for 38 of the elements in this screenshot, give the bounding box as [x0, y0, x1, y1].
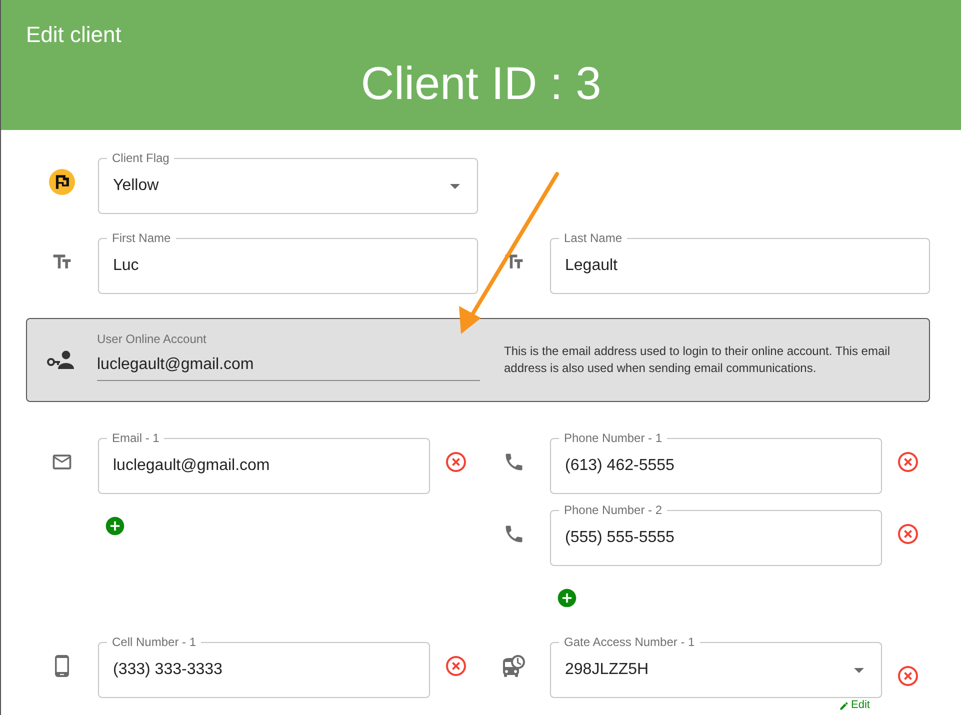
bus-clock-icon	[502, 654, 526, 678]
text-field[interactable]: Last Name Legault	[550, 230, 930, 294]
field-label: Gate Access Number - 1	[559, 635, 700, 649]
edit-link[interactable]: Edit	[839, 700, 870, 711]
field-value: luclegault@gmail.com	[97, 356, 255, 374]
dialog-title: Edit client	[26, 22, 122, 48]
dropdown-caret-icon	[854, 668, 864, 673]
phone-icon	[503, 451, 525, 473]
add-button[interactable]	[104, 515, 126, 537]
remove-button[interactable]	[444, 450, 468, 474]
select-field[interactable]: Gate Access Number - 1 298JLZZ5H	[550, 634, 882, 698]
dropdown-caret-icon	[450, 184, 460, 189]
field-label: First Name	[107, 231, 176, 245]
remove-button[interactable]	[896, 522, 920, 546]
text-field[interactable]: Cell Number - 1 (333) 333-3333	[98, 634, 430, 698]
phone-icon	[503, 523, 525, 545]
field-label: Phone Number - 2	[559, 503, 668, 517]
select-field[interactable]: Client Flag Yellow	[98, 150, 478, 214]
field-label: Last Name	[559, 231, 628, 245]
account-email-field[interactable]: User Online Account luclegault@gmail.com	[97, 332, 480, 380]
remove-button[interactable]	[896, 664, 920, 688]
add-button[interactable]	[556, 587, 578, 609]
field-label: Cell Number - 1	[107, 635, 202, 649]
text-field[interactable]: First Name Luc	[98, 230, 478, 294]
key-person-icon	[47, 350, 75, 370]
text-field[interactable]: Phone Number - 1 (613) 462-5555	[550, 430, 882, 494]
remove-button[interactable]	[444, 654, 468, 678]
client-id-heading: Client ID : 3	[360, 56, 602, 110]
field-label: User Online Account	[97, 332, 208, 346]
flag-icon	[49, 167, 75, 197]
field-label: Phone Number - 1	[559, 431, 668, 445]
text-field[interactable]: Phone Number - 2 (555) 555-5555	[550, 502, 882, 566]
field-label: Email - 1	[107, 431, 164, 445]
account-note: This is the email address used to login to their online account. This email address is also used when sending email communications.	[504, 343, 891, 377]
field-label: Client Flag	[107, 151, 174, 165]
text-field[interactable]: Email - 1 luclegault@gmail.com	[98, 430, 430, 494]
remove-button[interactable]	[896, 450, 920, 474]
pencil-icon	[839, 700, 850, 710]
